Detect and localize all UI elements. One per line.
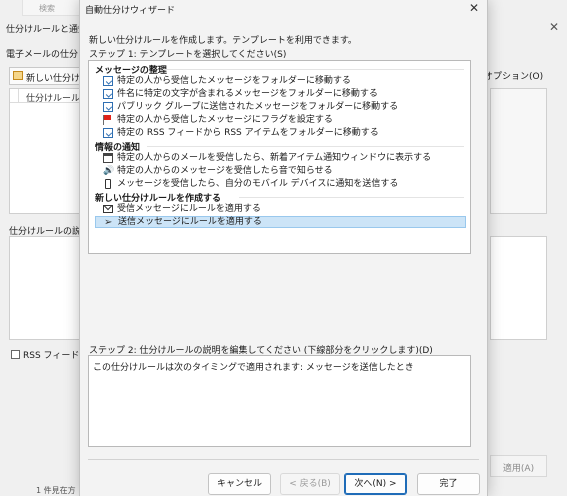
rules-dialog-close-icon[interactable]: ✕	[549, 20, 559, 34]
search-tab[interactable]: 検索	[22, 0, 82, 16]
rules-wizard-dialog: 自動仕分けウィザード ✕ 新しい仕分けルールを作成します。テンプレートを利用でき…	[79, 0, 488, 496]
rule-description-box-right	[490, 236, 547, 340]
rules-dialog-title: 仕分けルールと通知	[6, 25, 88, 35]
rule-description-box	[9, 236, 81, 340]
group-divider	[147, 146, 464, 147]
move-to-folder-icon	[103, 128, 113, 138]
finish-button[interactable]: 完了	[417, 473, 480, 495]
sound-icon: 🔊	[103, 166, 115, 176]
template-item-label: 送信メッセージにルールを適用する	[118, 217, 262, 227]
group-divider	[239, 197, 464, 198]
rss-checkbox-box[interactable]	[11, 350, 20, 359]
move-to-folder-icon	[103, 89, 113, 99]
cancel-button[interactable]: キャンセル	[208, 473, 271, 495]
new-rule-icon	[13, 71, 23, 80]
template-item[interactable]: 特定の人からのメールを受信したら、新着アイテム通知ウィンドウに表示する	[95, 152, 466, 164]
footer-divider	[88, 459, 479, 460]
bottom-status-text: 1 件見在方	[36, 486, 76, 495]
template-item-label: 特定の RSS フィードから RSS アイテムをフォルダーに移動する	[117, 128, 379, 138]
move-to-folder-icon	[103, 102, 113, 112]
template-item[interactable]: 件名に特定の文字が含まれるメッセージをフォルダーに移動する	[95, 88, 466, 100]
template-item-label: 特定の人から受信したメッセージをフォルダーに移動する	[117, 76, 351, 86]
rules-table-right	[490, 88, 547, 214]
apply-button[interactable]: 適用(A)	[490, 455, 547, 477]
send-icon: ➢	[104, 217, 113, 228]
mobile-device-icon	[105, 179, 111, 189]
template-item-label: メッセージを受信したら、自分のモバイル デバイスに通知を送信する	[117, 179, 399, 189]
wizard-intro-text: 新しい仕分けルールを作成します。テンプレートを利用できます。	[89, 36, 357, 46]
rss-checkbox[interactable]: RSS フィードか	[11, 348, 88, 361]
rule-description-editor[interactable]: この仕分けルールは次のタイミングで適用されます: メッセージを送信したとき	[88, 355, 471, 447]
template-item-label: 受信メッセージにルールを適用する	[117, 204, 261, 214]
new-rule-button-label: 新しい仕分け	[26, 74, 81, 84]
template-item[interactable]: 特定の人から受信したメッセージをフォルダーに移動する	[95, 75, 466, 87]
template-item-label: 特定の人からのメールを受信したら、新着アイテム通知ウィンドウに表示する	[117, 153, 432, 163]
template-list[interactable]: メッセージの整理 特定の人から受信したメッセージをフォルダーに移動する 件名に特…	[88, 60, 471, 254]
template-item-label: 件名に特定の文字が含まれるメッセージをフォルダーに移動する	[117, 89, 378, 99]
template-item-selected[interactable]: ➢ 送信メッセージにルールを適用する	[95, 216, 466, 228]
alert-window-icon	[103, 153, 113, 163]
template-item[interactable]: メッセージを受信したら、自分のモバイル デバイスに通知を送信する	[95, 178, 466, 190]
template-item[interactable]: 特定の人から受信したメッセージにフラグを設定する	[95, 114, 466, 126]
wizard-title: 自動仕分けウィザード	[85, 6, 176, 16]
move-to-folder-icon	[103, 76, 113, 86]
group-divider	[163, 69, 464, 70]
back-button[interactable]: < 戻る(B)	[280, 473, 340, 495]
email-rules-tab[interactable]: 電子メールの仕分け	[6, 47, 87, 60]
template-item[interactable]: 特定の RSS フィードから RSS アイテムをフォルダーに移動する	[95, 127, 466, 139]
flag-icon	[103, 115, 113, 125]
rules-table[interactable]: 仕分けルール	[9, 88, 81, 214]
step1-label: ステップ 1: テンプレートを選択してください(S)	[89, 50, 287, 60]
wizard-close-icon[interactable]: ✕	[469, 1, 479, 15]
template-item[interactable]: 🔊 特定の人からのメッセージを受信したら音で知らせる	[95, 165, 466, 177]
template-item-label: パブリック グループに送信されたメッセージをフォルダーに移動する	[117, 102, 399, 112]
template-item[interactable]: 受信メッセージにルールを適用する	[95, 203, 466, 215]
options-button[interactable]: オプション(O)	[484, 69, 543, 82]
next-button[interactable]: 次へ(N) >	[344, 473, 407, 495]
rules-table-header: 仕分けルール	[10, 89, 80, 103]
envelope-icon	[103, 205, 113, 213]
template-item-label: 特定の人から受信したメッセージにフラグを設定する	[117, 115, 333, 125]
rule-description-text: この仕分けルールは次のタイミングで適用されます: メッセージを送信したとき	[93, 363, 414, 373]
template-item[interactable]: パブリック グループに送信されたメッセージをフォルダーに移動する	[95, 101, 466, 113]
new-rule-button[interactable]: 新しい仕分け	[9, 67, 81, 85]
template-item-label: 特定の人からのメッセージを受信したら音で知らせる	[117, 166, 333, 176]
